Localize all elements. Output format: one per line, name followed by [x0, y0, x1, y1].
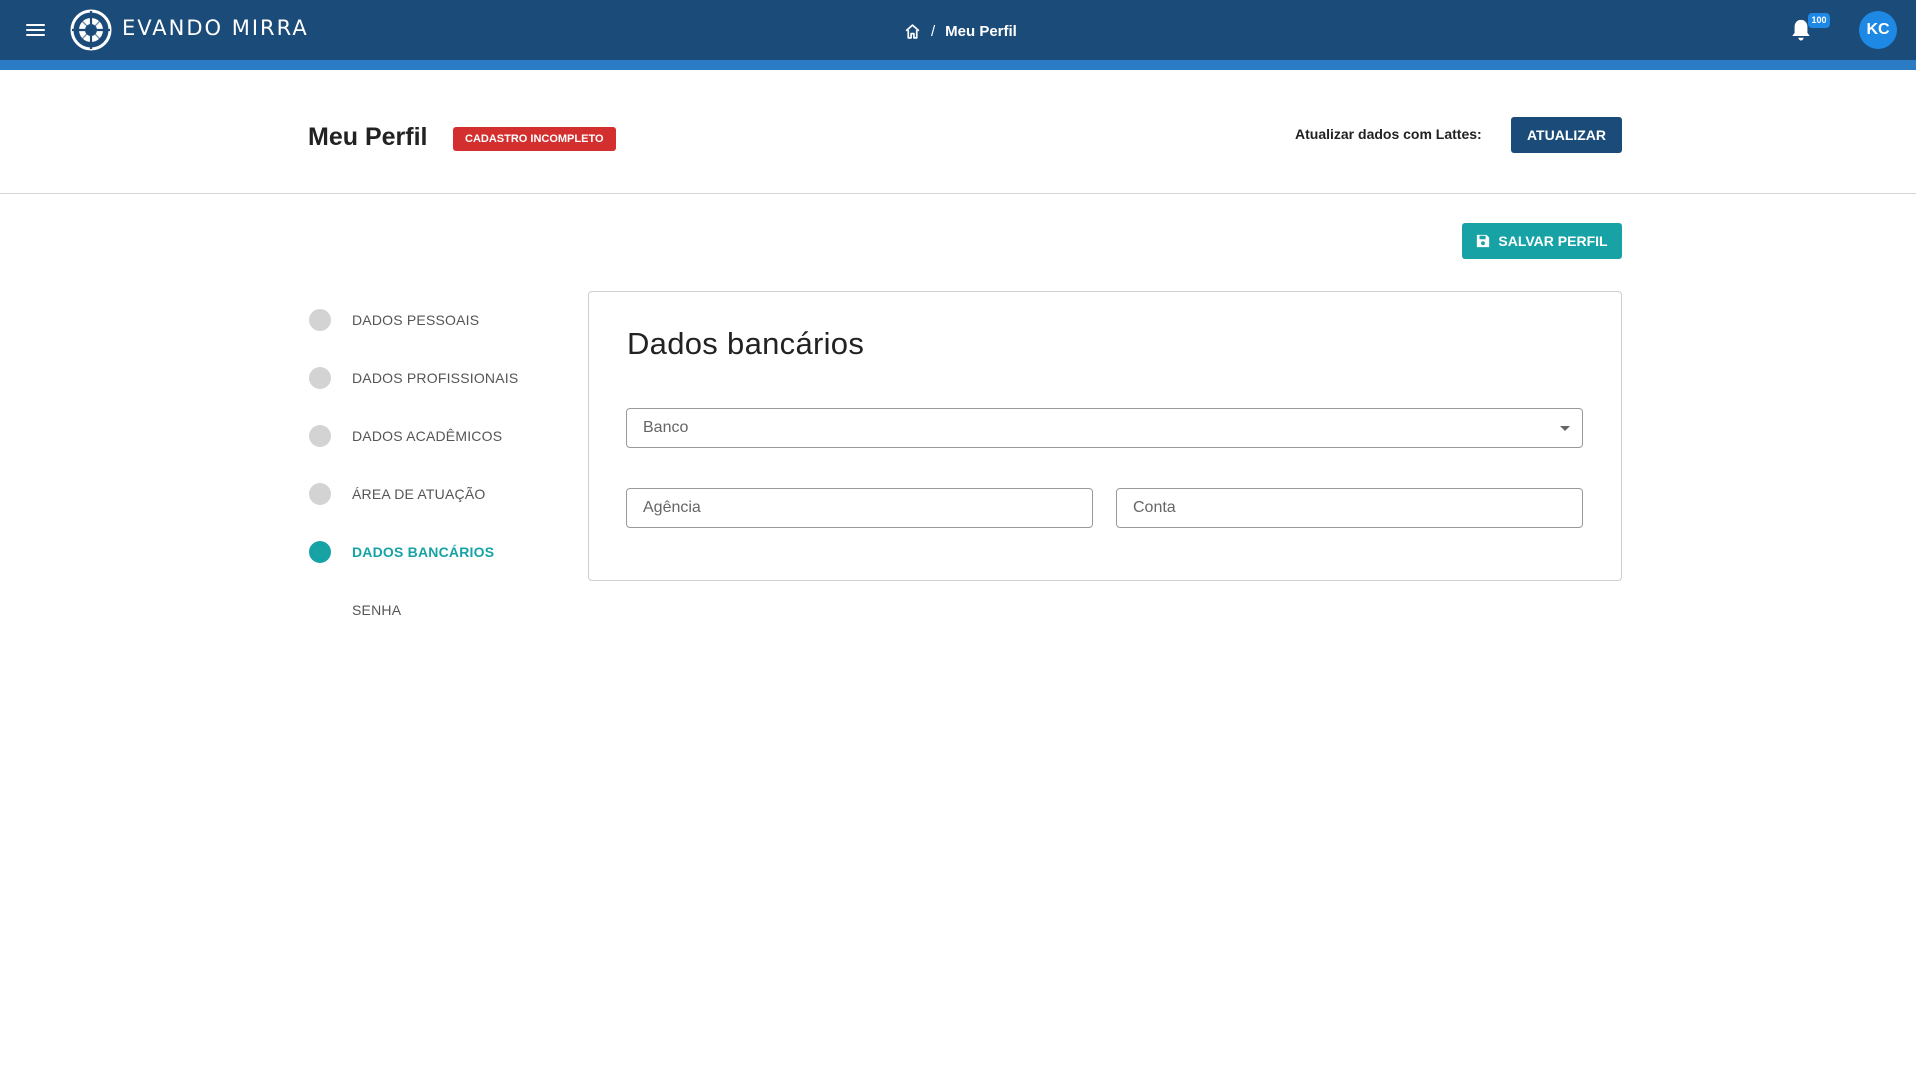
home-icon[interactable]	[904, 23, 921, 40]
step-label: DADOS PROFISSIONAIS	[352, 370, 519, 386]
step-dados-academicos[interactable]: DADOS ACADÊMICOS	[309, 424, 502, 448]
agency-field[interactable]: Agência	[626, 488, 1093, 528]
step-label: DADOS ACADÊMICOS	[352, 428, 503, 444]
step-indicator	[309, 367, 331, 389]
step-label: SENHA	[352, 602, 402, 618]
step-dados-profissionais[interactable]: DADOS PROFISSIONAIS	[309, 366, 518, 390]
step-indicator-active	[309, 541, 331, 563]
account-field[interactable]: Conta	[1116, 488, 1583, 528]
logo-text: EVANDO MIRRA	[122, 16, 309, 40]
step-indicator	[309, 483, 331, 505]
status-badge: CADASTRO INCOMPLETO	[453, 127, 616, 151]
step-label: ÁREA DE ATUAÇÃO	[352, 486, 486, 502]
agency-field-placeholder: Agência	[643, 499, 701, 516]
step-label: DADOS PESSOAIS	[352, 312, 480, 328]
breadcrumb: / Meu Perfil	[904, 20, 1017, 42]
floppy-disk-icon	[1476, 234, 1490, 248]
save-profile-button[interactable]: SALVAR PERFIL	[1462, 223, 1622, 259]
step-area-de-atuacao[interactable]: ÁREA DE ATUAÇÃO	[309, 482, 485, 506]
bank-select[interactable]: Banco	[626, 408, 1583, 448]
hamburger-menu-icon[interactable]	[22, 17, 50, 43]
step-indicator	[309, 599, 331, 621]
notification-count-badge: 100	[1808, 13, 1830, 28]
bank-details-card: Dados bancários Banco Agência Conta	[588, 291, 1622, 581]
dropdown-caret-icon	[1560, 426, 1570, 431]
update-lattes-button[interactable]: ATUALIZAR	[1511, 117, 1622, 153]
top-accent-strip	[0, 60, 1916, 70]
user-avatar[interactable]: KC	[1859, 11, 1897, 49]
header-divider	[0, 193, 1916, 194]
step-indicator	[309, 309, 331, 331]
step-senha[interactable]: SENHA	[309, 598, 401, 622]
step-label: DADOS BANCÁRIOS	[352, 544, 495, 560]
bank-select-placeholder: Banco	[643, 419, 689, 436]
save-profile-label: SALVAR PERFIL	[1498, 233, 1608, 249]
step-indicator	[309, 425, 331, 447]
page-title: Meu Perfil	[308, 123, 428, 151]
step-dados-bancarios[interactable]: DADOS BANCÁRIOS	[309, 540, 494, 564]
breadcrumb-separator: /	[931, 22, 936, 40]
account-field-placeholder: Conta	[1133, 499, 1176, 516]
card-title: Dados bancários	[627, 326, 865, 361]
breadcrumb-current: Meu Perfil	[945, 22, 1017, 40]
step-dados-pessoais[interactable]: DADOS PESSOAIS	[309, 308, 479, 332]
lattes-update-label: Atualizar dados com Lattes:	[1295, 126, 1482, 142]
evando-mirra-logo-mark	[70, 9, 112, 51]
